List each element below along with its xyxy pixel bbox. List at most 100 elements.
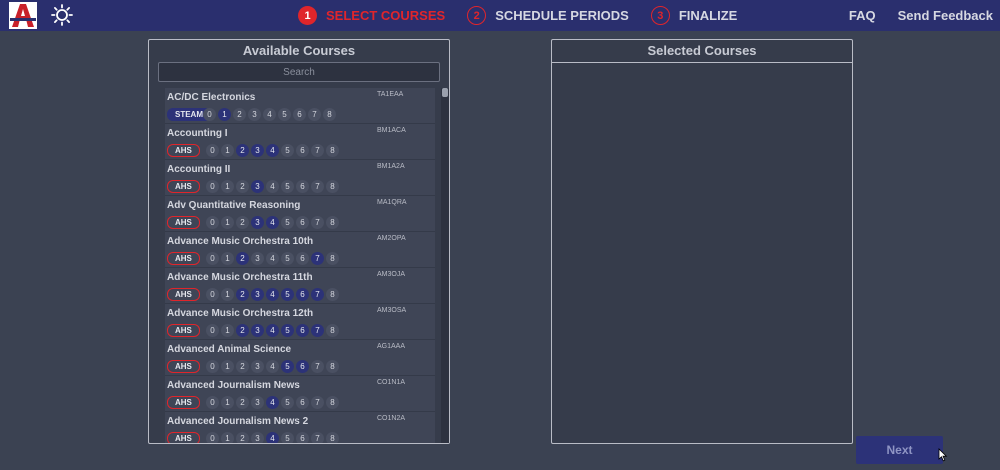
course-list[interactable]: AC/DC Electronics TA1EAA STEAM 0 1 2 3 4 5 6 7 8 Acc… xyxy=(165,88,435,443)
course-code: TA1EAA xyxy=(377,91,404,98)
period-indicator: 3 xyxy=(251,324,264,337)
period-indicator: 6 xyxy=(296,360,309,373)
period-indicator: 8 xyxy=(326,216,339,229)
course-periods: 012345678 xyxy=(206,288,341,301)
selected-courses-panel: Selected Courses xyxy=(551,39,853,444)
period-indicator: 2 xyxy=(236,144,249,157)
period-indicator: 0 xyxy=(206,288,219,301)
period-indicator: 5 xyxy=(281,288,294,301)
period-indicator: 8 xyxy=(326,432,339,443)
period-indicator: 2 xyxy=(236,396,249,409)
period-indicator: 1 xyxy=(221,288,234,301)
step-finalize[interactable]: 3 FINALIZE xyxy=(650,6,737,25)
period-indicator: 0 xyxy=(206,432,219,443)
period-indicator: 4 xyxy=(266,216,279,229)
scrollbar-thumb[interactable] xyxy=(442,88,448,97)
period-indicator: 5 xyxy=(278,108,291,121)
period-indicator: 0 xyxy=(206,396,219,409)
course-periods: 012345678 xyxy=(206,396,341,409)
course-code: BM1A2A xyxy=(377,163,405,170)
course-name: Advance Music Orchestra 11th xyxy=(167,272,313,283)
period-indicator: 6 xyxy=(293,108,306,121)
period-indicator: 8 xyxy=(326,396,339,409)
course-row[interactable]: Advanced Animal Science AG1AAA AHS 0 1 2 3 4 5 6 7… xyxy=(165,340,435,376)
course-name: Accounting II xyxy=(167,164,231,175)
course-periods: 012345678 xyxy=(206,360,341,373)
step-number: 3 xyxy=(650,6,670,25)
course-row[interactable]: Advance Music Orchestra 12th AM3OSA AHS 0 1 2… xyxy=(165,304,435,340)
period-indicator: 0 xyxy=(206,252,219,265)
period-indicator: 7 xyxy=(311,252,324,265)
step-schedule-periods[interactable]: 2 SCHEDULE PERIODS xyxy=(467,6,629,25)
period-indicator: 6 xyxy=(296,180,309,193)
period-indicator: 0 xyxy=(203,108,216,121)
period-indicator: 4 xyxy=(266,288,279,301)
period-indicator: 2 xyxy=(236,432,249,443)
period-indicator: 1 xyxy=(221,432,234,443)
period-indicator: 7 xyxy=(311,216,324,229)
period-indicator: 6 xyxy=(296,288,309,301)
period-indicator: 5 xyxy=(281,360,294,373)
course-row[interactable]: Accounting II BM1A2A AHS 0 1 2 3 4 5 6 7 8 xyxy=(165,160,435,196)
period-indicator: 4 xyxy=(266,360,279,373)
school-logo-icon[interactable] xyxy=(9,2,37,29)
period-indicator: 2 xyxy=(233,108,246,121)
period-indicator: 7 xyxy=(308,108,321,121)
period-indicator: 4 xyxy=(266,324,279,337)
period-indicator: 8 xyxy=(326,324,339,337)
course-name: AC/DC Electronics xyxy=(167,92,256,103)
course-row[interactable]: Advanced Journalism News 2 CO1N2A AHS 0 1 2 3 4… xyxy=(165,412,435,443)
period-indicator: 3 xyxy=(251,180,264,193)
period-indicator: 2 xyxy=(236,360,249,373)
sun-icon[interactable] xyxy=(51,4,73,26)
period-indicator: 1 xyxy=(221,324,234,337)
period-indicator: 8 xyxy=(326,252,339,265)
course-row[interactable]: Accounting I BM1ACA AHS 0 1 2 3 4 5 6 7 8 xyxy=(165,124,435,160)
course-code: AM2OPA xyxy=(377,235,406,242)
period-indicator: 3 xyxy=(251,360,264,373)
period-indicator: 6 xyxy=(296,144,309,157)
faq-link[interactable]: FAQ xyxy=(849,8,876,23)
period-indicator: 1 xyxy=(221,252,234,265)
course-row[interactable]: Advanced Journalism News CO1N1A AHS 0 1 2 3 4 5 6… xyxy=(165,376,435,412)
step-select-courses[interactable]: 1 SELECT COURSES xyxy=(298,6,445,25)
period-indicator: 5 xyxy=(281,396,294,409)
course-school-tag: AHS xyxy=(167,144,200,157)
step-label: SCHEDULE PERIODS xyxy=(495,8,629,23)
period-indicator: 1 xyxy=(221,360,234,373)
period-indicator: 5 xyxy=(281,324,294,337)
period-indicator: 8 xyxy=(326,180,339,193)
period-indicator: 2 xyxy=(236,324,249,337)
next-button[interactable]: Next xyxy=(856,436,943,464)
period-indicator: 1 xyxy=(221,216,234,229)
period-indicator: 3 xyxy=(251,288,264,301)
course-periods: 012345678 xyxy=(206,252,341,265)
period-indicator: 7 xyxy=(311,432,324,443)
course-name: Advanced Journalism News 2 xyxy=(167,416,309,427)
course-school-tag: AHS xyxy=(167,252,200,265)
course-row[interactable]: Advance Music Orchestra 10th AM2OPA AHS 0 1 2… xyxy=(165,232,435,268)
course-periods: 012345678 xyxy=(206,144,341,157)
period-indicator: 5 xyxy=(281,144,294,157)
wizard-steps: 1 SELECT COURSES 2 SCHEDULE PERIODS 3 FI… xyxy=(298,0,759,31)
course-search-input[interactable] xyxy=(158,62,440,82)
course-list-scrollbar[interactable] xyxy=(441,88,449,443)
period-indicator: 8 xyxy=(326,288,339,301)
course-code: CO1N1A xyxy=(377,379,406,386)
period-indicator: 0 xyxy=(206,324,219,337)
period-indicator: 4 xyxy=(266,432,279,443)
course-row[interactable]: AC/DC Electronics TA1EAA STEAM 0 1 2 3 4 5 6 7 8 xyxy=(165,88,435,124)
mouse-cursor-icon xyxy=(938,448,948,462)
period-indicator: 0 xyxy=(206,144,219,157)
period-indicator: 6 xyxy=(296,252,309,265)
top-navigation-bar: 1 SELECT COURSES 2 SCHEDULE PERIODS 3 FI… xyxy=(0,0,1000,31)
period-indicator: 6 xyxy=(296,216,309,229)
course-row[interactable]: Adv Quantitative Reasoning MA1QRA AHS 0 1 2 3 4… xyxy=(165,196,435,232)
period-indicator: 8 xyxy=(326,144,339,157)
period-indicator: 7 xyxy=(311,144,324,157)
period-indicator: 4 xyxy=(266,252,279,265)
period-indicator: 6 xyxy=(296,324,309,337)
course-name: Advanced Animal Science xyxy=(167,344,292,355)
course-row[interactable]: Advance Music Orchestra 11th AM3OJA AHS 0 1 2… xyxy=(165,268,435,304)
send-feedback-link[interactable]: Send Feedback xyxy=(898,8,993,23)
